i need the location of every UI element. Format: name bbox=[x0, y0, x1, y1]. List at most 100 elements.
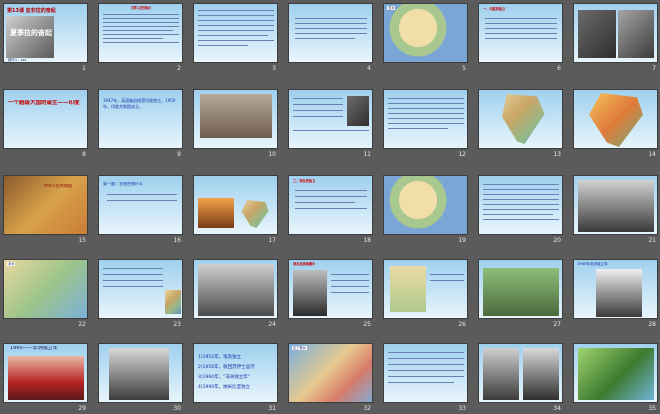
slide-number: 22 bbox=[78, 321, 86, 328]
slide-photo bbox=[578, 180, 654, 232]
slide-number: 20 bbox=[553, 237, 561, 244]
slide-heading: 1960——非洲独立年 bbox=[10, 346, 58, 350]
timeline-item: 2)1956年，收回苏伊士运河 bbox=[198, 365, 255, 370]
slide-heading: 【学习目标】 bbox=[129, 6, 153, 10]
slide-thumb[interactable]: 23 bbox=[98, 259, 183, 328]
slide-photo bbox=[578, 348, 654, 400]
slide-number: 35 bbox=[648, 405, 656, 412]
slide-text: 1947年，英国被迫接受印度独立。1950年，印度共和国成立。 bbox=[103, 98, 176, 109]
india-map bbox=[241, 200, 269, 228]
slide-text: 第一题：甘地在做什么 bbox=[103, 182, 143, 186]
slide-thumb[interactable]: 10 bbox=[193, 89, 278, 158]
slide-thumb[interactable]: 拉丁美洲 32 bbox=[288, 343, 373, 412]
slide-thumb[interactable]: 21 bbox=[573, 175, 658, 244]
slide-27 bbox=[478, 259, 563, 319]
slide-29: 1960——非洲独立年 bbox=[3, 343, 88, 403]
slide-thumb[interactable]: 3 bbox=[193, 3, 278, 72]
slide-heading: 一、印度的独立 bbox=[483, 7, 506, 11]
map-label: 拉丁美洲 bbox=[292, 346, 307, 350]
slide-thumb[interactable]: 14 bbox=[573, 89, 658, 158]
slide-thumb[interactable]: 30 bbox=[98, 343, 183, 412]
slide-number: 34 bbox=[553, 405, 561, 412]
slide-number: 3 bbox=[272, 65, 276, 72]
slide-thumb[interactable]: 【学习目标】 2 bbox=[98, 3, 183, 72]
slide-thumb[interactable]: 1947年，英国被迫接受印度独立。1950年，印度共和国成立。 9 bbox=[98, 89, 183, 158]
slide-photo bbox=[483, 268, 559, 316]
slide-number: 14 bbox=[648, 151, 656, 158]
slide-thumb[interactable]: 非洲 22 bbox=[3, 259, 88, 328]
slide-thumb[interactable]: 33 bbox=[383, 343, 468, 412]
slide-thumb[interactable]: 24 bbox=[193, 259, 278, 328]
slide-number: 13 bbox=[553, 151, 561, 158]
slide-number: 23 bbox=[173, 321, 181, 328]
slide-2: 【学习目标】 bbox=[98, 3, 183, 63]
slide-number: 28 bbox=[648, 321, 656, 328]
slide-34 bbox=[478, 343, 563, 403]
slide-grid: 第13课 亚非拉的奋起 夏季拉的奋起 制作人：xxx 1 【学习目标】 2 3 bbox=[3, 3, 658, 413]
slide-26 bbox=[383, 259, 468, 319]
slide-photo bbox=[8, 356, 84, 400]
map-image bbox=[390, 266, 426, 312]
slide-thumb[interactable]: 一个超级大国的诞生——印度 8 bbox=[3, 89, 88, 158]
slide-thumb[interactable]: 第一题：甘地在做什么 16 bbox=[98, 175, 183, 244]
slide-number: 16 bbox=[173, 237, 181, 244]
slide-12 bbox=[383, 89, 468, 149]
slide-9: 1947年，英国被迫接受印度独立。1950年，印度共和国成立。 bbox=[98, 89, 183, 149]
slide-number: 9 bbox=[177, 151, 181, 158]
slide-number: 25 bbox=[363, 321, 371, 328]
slide-11 bbox=[288, 89, 373, 149]
slide-thumb[interactable]: 27 bbox=[478, 259, 563, 328]
slide-photo bbox=[109, 348, 169, 400]
slide-thumb[interactable]: 1)1952年，埃及独立 2)1956年，收回苏伊士运河 3)1960年，“非洲… bbox=[193, 343, 278, 412]
slide-thumb[interactable]: 20 bbox=[478, 175, 563, 244]
slide-thumb[interactable]: 26 bbox=[383, 259, 468, 328]
slide-number: 4 bbox=[367, 65, 371, 72]
photo-left bbox=[483, 348, 519, 400]
slide-text: 一个超级大国的诞生——印度 bbox=[8, 100, 80, 106]
portrait bbox=[293, 270, 327, 316]
slide-number: 15 bbox=[78, 237, 86, 244]
slide-thumb[interactable]: 二、埃及的独立 18 bbox=[288, 175, 373, 244]
slide-number: 33 bbox=[458, 405, 466, 412]
slide-thumb[interactable]: 1960年非洲独立年 28 bbox=[573, 259, 658, 328]
slide-thumb[interactable]: 第13课 亚非拉的奋起 夏季拉的奋起 制作人：xxx 1 bbox=[3, 3, 88, 72]
slide-thumb[interactable]: 4 bbox=[288, 3, 373, 72]
slide-number: 30 bbox=[173, 405, 181, 412]
slide-heading: 埃及总统纳赛尔 bbox=[293, 262, 316, 266]
timeline-item: 3)1960年，“非洲独立年” bbox=[198, 375, 251, 380]
slide-3 bbox=[193, 3, 278, 63]
slide-thumb[interactable]: 中华人民共和国 15 bbox=[3, 175, 88, 244]
slide-thumb[interactable]: 12 bbox=[383, 89, 468, 158]
slide-number: 8 bbox=[82, 151, 86, 158]
slide-thumb[interactable]: 7 bbox=[573, 3, 658, 72]
slide-thumb[interactable]: 亚洲 5 bbox=[383, 3, 468, 72]
slide-thumb[interactable]: 17 bbox=[193, 175, 278, 244]
slide-number: 12 bbox=[458, 151, 466, 158]
slide-thumb[interactable]: 一、印度的独立 6 bbox=[478, 3, 563, 72]
slide-25: 埃及总统纳赛尔 bbox=[288, 259, 373, 319]
slide-number: 11 bbox=[363, 151, 371, 158]
map-image bbox=[384, 4, 467, 62]
slide-17 bbox=[193, 175, 278, 235]
photo-left bbox=[578, 10, 616, 58]
subtitle: 夏季拉的奋起 bbox=[10, 29, 52, 37]
slide-thumb[interactable]: 1960——非洲独立年 29 bbox=[3, 343, 88, 412]
slide-thumb[interactable]: 11 bbox=[288, 89, 373, 158]
slide-10 bbox=[193, 89, 278, 149]
slide-15: 中华人民共和国 bbox=[3, 175, 88, 235]
slide-thumb[interactable]: 34 bbox=[478, 343, 563, 412]
slide-22: 非洲 bbox=[3, 259, 88, 319]
slide-20 bbox=[478, 175, 563, 235]
slide-thumb[interactable]: 13 bbox=[478, 89, 563, 158]
slide-28: 1960年非洲独立年 bbox=[573, 259, 658, 319]
slide-thumb[interactable]: 35 bbox=[573, 343, 658, 412]
slide-7 bbox=[573, 3, 658, 63]
slide-thumb[interactable]: 19 bbox=[383, 175, 468, 244]
map-image bbox=[289, 344, 372, 402]
slide-number: 21 bbox=[648, 237, 656, 244]
slide-photo bbox=[198, 198, 234, 228]
slide-number: 5 bbox=[462, 65, 466, 72]
slide-thumb[interactable]: 埃及总统纳赛尔 25 bbox=[288, 259, 373, 328]
photo-right bbox=[618, 10, 654, 58]
photo-right bbox=[523, 348, 559, 400]
